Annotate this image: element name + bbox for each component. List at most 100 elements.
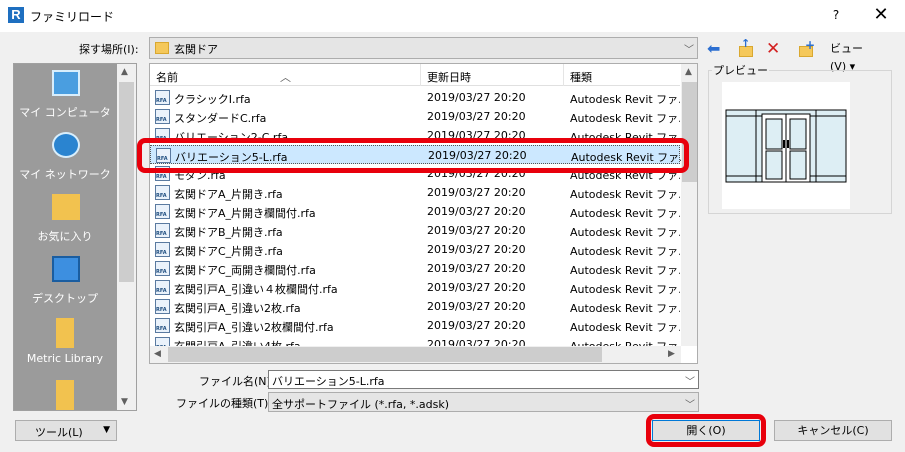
up-arrow-icon: ↑ — [741, 37, 751, 50]
new-folder-button[interactable]: + — [797, 38, 816, 60]
file-row[interactable]: RFA スタンダードC.rfa 2019/03/27 20:20 Autodesk R… — [150, 107, 680, 126]
scroll-thumb[interactable] — [119, 82, 134, 282]
rfa-file-icon: RFA — [155, 280, 170, 295]
file-row[interactable]: RFA バリエーション2-C.rfa 2019/03/27 20:20 Autodes… — [150, 126, 680, 145]
rfa-file-icon: RFA — [155, 166, 170, 181]
revit-app-icon: R — [8, 7, 24, 23]
place-label: マイ コンピュータ — [19, 106, 111, 119]
scroll-down-icon[interactable]: ▼ — [121, 397, 128, 407]
file-date: 2019/03/27 20:20 — [427, 186, 526, 199]
place-folder[interactable] — [14, 378, 116, 410]
place-favorites[interactable]: お気に入り — [14, 192, 116, 254]
file-row[interactable]: RFA 玄関引戸A_引違い2枚欄間付.rfa 2019/03/27 20:20 Aut… — [150, 316, 680, 335]
file-row[interactable]: RFA モダン.rfa 2019/03/27 20:20 Autodesk Revit… — [150, 164, 680, 183]
back-button[interactable]: ⬅ — [707, 40, 725, 60]
door-preview-image — [722, 82, 850, 209]
file-date: 2019/03/27 20:20 — [427, 91, 526, 104]
file-row[interactable]: RFA 玄関ドアA_片開き欄間付.rfa 2019/03/27 20:20 Autod… — [150, 202, 680, 221]
file-type: Autodesk Revit ファ... — [570, 207, 680, 220]
file-type: Autodesk Revit ファ... — [570, 338, 680, 346]
file-row[interactable]: RFA 玄関ドアC_片開き.rfa 2019/03/27 20:20 Autodesk… — [150, 240, 680, 259]
scroll-thumb[interactable] — [682, 82, 697, 182]
list-horizontal-scrollbar[interactable]: ◀ ▶ — [150, 346, 681, 363]
file-row[interactable]: RFA 玄関引戸A_引違い4枚.rfa 2019/03/27 20:20 Autode… — [150, 335, 680, 346]
lookin-label: 探す場所(I): — [79, 43, 139, 56]
file-name: 玄関引戸A_引違い2枚欄間付.rfa — [174, 321, 334, 334]
file-name: バリエーション5-L.rfa — [175, 151, 288, 164]
folder-icon — [56, 318, 74, 348]
column-divider[interactable] — [563, 64, 564, 86]
chevron-down-icon[interactable]: ﹀ — [685, 373, 695, 388]
file-row[interactable]: RFA 玄関ドアB_片開き.rfa 2019/03/27 20:20 Autodesk… — [150, 221, 680, 240]
lookin-combobox[interactable]: 玄関ドア ﹀ — [149, 37, 698, 59]
file-date: 2019/03/27 20:20 — [428, 149, 527, 162]
place-my-network[interactable]: マイ ネットワーク — [14, 130, 116, 192]
places-scrollbar[interactable]: ▲ ▼ — [117, 64, 136, 410]
file-row[interactable]: RFA 玄関引戸A_引違い４枚欄間付.rfa 2019/03/27 20:20 Aut… — [150, 278, 680, 297]
rfa-file-icon: RFA — [155, 90, 170, 105]
file-row-selected[interactable]: RFA バリエーション5-L.rfa 2019/03/27 20:20 Autodes… — [150, 145, 681, 164]
scroll-left-icon[interactable]: ◀ — [154, 349, 161, 359]
help-button[interactable]: ? — [826, 4, 846, 26]
up-folder-button[interactable]: ↑ — [737, 37, 755, 60]
rfa-file-icon: RFA — [155, 337, 170, 346]
file-row[interactable]: RFA 玄関ドアA_片開き.rfa 2019/03/27 20:20 Autodesk… — [150, 183, 680, 202]
rfa-file-icon: RFA — [155, 128, 170, 143]
place-metric-library[interactable]: Metric Library — [14, 316, 116, 378]
delete-x-icon: ✕ — [766, 39, 781, 59]
sort-up-icon: ︿ — [280, 71, 291, 84]
scroll-thumb[interactable] — [168, 347, 602, 362]
file-date: 2019/03/27 20:20 — [427, 129, 526, 142]
file-name: バリエーション2-C.rfa — [174, 131, 289, 144]
file-list: ︿ 名前 更新日時 種類 RFA クラシックI.rfa 2019/03/27 20:… — [149, 63, 698, 364]
file-type: Autodesk Revit ファ... — [570, 226, 680, 239]
plus-icon: + — [805, 38, 816, 52]
file-type: Autodesk Revit ファ... — [570, 264, 680, 277]
file-date: 2019/03/27 20:20 — [427, 224, 526, 237]
rfa-file-icon: RFA — [155, 318, 170, 333]
place-label: Metric Library — [26, 352, 104, 365]
lookin-value: 玄関ドア — [174, 43, 218, 56]
delete-button[interactable]: ✕ — [766, 40, 784, 60]
file-row[interactable]: RFA クラシックI.rfa 2019/03/27 20:20 Autodesk Re… — [150, 88, 680, 107]
place-desktop[interactable]: デスクトップ — [14, 254, 116, 316]
tools-button[interactable]: ツール(L) ▼ — [15, 420, 117, 441]
file-name: 玄関ドアC_両開き欄間付.rfa — [174, 264, 316, 277]
rfa-file-icon: RFA — [155, 109, 170, 124]
column-name[interactable]: 名前 — [156, 69, 178, 85]
file-name: 玄関ドアA_片開き.rfa — [174, 188, 283, 201]
scroll-up-icon[interactable]: ▲ — [121, 67, 128, 77]
file-type: Autodesk Revit ファ... — [571, 151, 681, 164]
column-date[interactable]: 更新日時 — [427, 69, 471, 85]
file-date: 2019/03/27 20:20 — [427, 300, 526, 313]
desktop-icon — [52, 256, 80, 282]
cancel-button[interactable]: キャンセル(C) — [774, 420, 892, 441]
column-type[interactable]: 種類 — [570, 69, 592, 85]
scroll-right-icon[interactable]: ▶ — [668, 349, 675, 359]
view-menu-button[interactable]: ビュー(V) ▾ — [830, 40, 878, 73]
file-type: Autodesk Revit ファ... — [570, 169, 680, 182]
file-name: 玄関ドアC_片開き.rfa — [174, 245, 283, 258]
column-divider[interactable] — [420, 64, 421, 86]
computer-icon — [52, 70, 80, 96]
file-row[interactable]: RFA 玄関引戸A_引違い2枚.rfa 2019/03/27 20:20 Autode… — [150, 297, 680, 316]
list-header: ︿ 名前 更新日時 種類 — [150, 64, 680, 86]
file-date: 2019/03/27 20:20 — [427, 262, 526, 275]
rfa-file-icon: RFA — [155, 223, 170, 238]
rfa-file-icon: RFA — [155, 204, 170, 219]
close-button[interactable]: ✕ — [866, 2, 896, 28]
file-row[interactable]: RFA 玄関ドアC_両開き欄間付.rfa 2019/03/27 20:20 Autod… — [150, 259, 680, 278]
filename-input[interactable]: バリエーション5-L.rfa ﹀ — [268, 370, 699, 389]
file-type: Autodesk Revit ファ... — [570, 188, 680, 201]
places-bar: マイ コンピュータ マイ ネットワーク お気に入り デスクトップ Metric … — [13, 63, 137, 411]
list-vertical-scrollbar[interactable]: ▲ — [681, 64, 697, 346]
place-my-computer[interactable]: マイ コンピュータ — [14, 68, 116, 130]
open-button[interactable]: 開く(O) — [652, 420, 760, 441]
file-name: 玄関引戸A_引違い４枚欄間付.rfa — [174, 283, 338, 296]
file-date: 2019/03/27 20:20 — [427, 110, 526, 123]
file-date: 2019/03/27 20:20 — [427, 319, 526, 332]
place-label: デスクトップ — [32, 292, 98, 305]
scroll-up-icon[interactable]: ▲ — [685, 67, 692, 77]
filetype-select[interactable]: 全サポートファイル (*.rfa, *.adsk) ﹀ — [268, 392, 699, 412]
favorites-icon — [52, 194, 80, 220]
